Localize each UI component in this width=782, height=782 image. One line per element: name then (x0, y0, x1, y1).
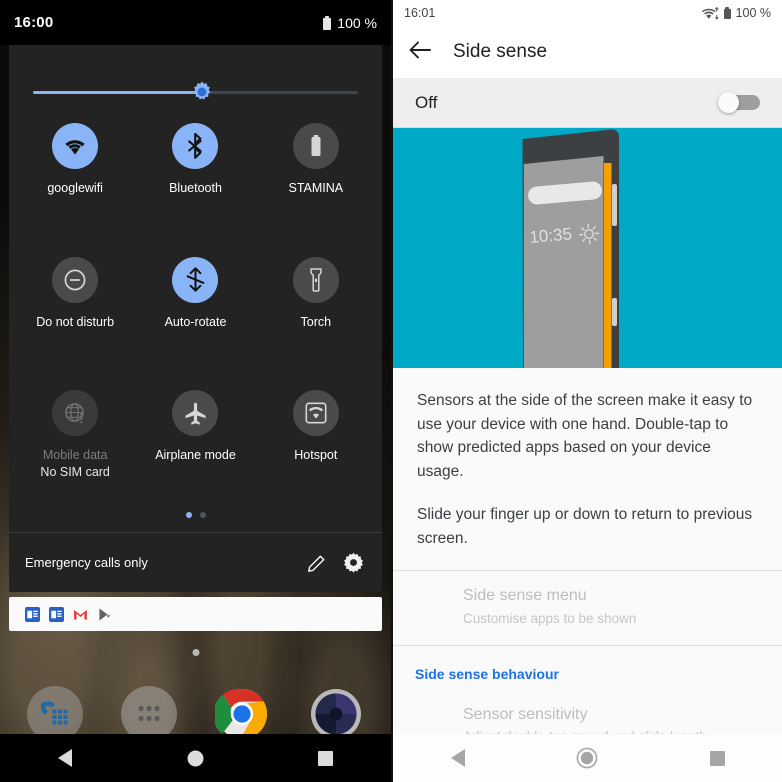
back-triangle-icon[interactable] (423, 734, 493, 782)
description-block: Sensors at the side of the screen make i… (393, 368, 782, 570)
home-page-dot (192, 649, 199, 656)
tile-stamina[interactable]: STAMINA (256, 111, 376, 245)
news-icon[interactable] (25, 606, 40, 622)
mobile-data-off-icon (52, 390, 99, 437)
gmail-icon[interactable] (73, 606, 88, 622)
bluetooth-icon (172, 123, 219, 169)
tile-label: Hotspot (294, 448, 338, 463)
back-arrow-icon[interactable] (409, 41, 431, 64)
tile-label: Auto-rotate (164, 314, 227, 329)
brightness-sun-icon[interactable] (191, 81, 213, 103)
side-sense-illustration: 10:35 (393, 128, 782, 368)
page-dot-1[interactable] (185, 512, 192, 518)
wifi-data-icon (701, 6, 719, 20)
tile-label: Mobile data (42, 448, 108, 463)
battery-icon (292, 123, 339, 169)
status-icons: 100 % (323, 15, 377, 31)
page-dot-2[interactable] (199, 512, 206, 518)
left-status-bar: 16:00 100 % (0, 0, 391, 45)
status-clock: 16:01 (404, 6, 436, 20)
tile-auto-rotate[interactable]: Auto-rotate (135, 245, 255, 379)
master-toggle-label: Off (415, 92, 438, 112)
right-status-bar: 16:01 100 % (393, 0, 782, 26)
item-title: Sensor sensitivity (463, 705, 588, 723)
tile-label: STAMINA (288, 181, 344, 195)
play-store-icon[interactable] (97, 607, 112, 622)
tile-torch[interactable]: Torch (256, 245, 376, 379)
left-nav-bar (0, 734, 391, 782)
tile-airplane-mode[interactable]: Airplane mode (135, 378, 255, 512)
tile-label: Airplane mode (155, 448, 236, 463)
quick-settings-page-dots[interactable] (9, 512, 382, 532)
app-bar: Side sense (393, 26, 782, 78)
quick-settings-panel: googlewifi Bluetooth STAMINA Do not dist… (9, 45, 382, 592)
dual-screenshot: 16:00 100 % googlewifi Bluetooth STAMINA… (0, 0, 782, 782)
item-subtitle: Customise apps to be shown (463, 610, 637, 626)
switch-thumb (718, 91, 739, 113)
auto-rotate-icon (172, 256, 219, 303)
do-not-disturb-icon (52, 256, 99, 303)
status-clock: 16:00 (14, 14, 54, 31)
wifi-icon (52, 123, 99, 169)
tile-label: Bluetooth (169, 181, 222, 195)
description-paragraph-2: Slide your finger up or down to return t… (417, 506, 753, 547)
page-title: Side sense (453, 41, 548, 62)
recents-square-icon[interactable] (291, 734, 361, 782)
quick-settings-footer: Emergency calls only (9, 532, 382, 592)
tile-label: Torch (300, 314, 332, 329)
side-sense-master-switch[interactable] (716, 91, 760, 114)
tile-label: googlewifi (47, 181, 103, 195)
illustration-clock: 10:35 (529, 224, 573, 247)
battery-percent-label: 100 % (735, 6, 771, 20)
home-circle-icon[interactable] (160, 734, 230, 782)
back-triangle-icon[interactable] (30, 734, 100, 782)
left-phone-screen: 16:00 100 % googlewifi Bluetooth STAMINA… (0, 0, 391, 782)
tile-label: Do not disturb (36, 314, 115, 329)
torch-icon (292, 256, 339, 303)
tile-googlewifi[interactable]: googlewifi (15, 111, 135, 245)
airplane-icon (172, 390, 219, 437)
tile-mobile-data[interactable]: Mobile data No SIM card (15, 378, 135, 512)
quick-settings-tiles: googlewifi Bluetooth STAMINA Do not dist… (9, 103, 382, 512)
brightness-slider[interactable] (33, 81, 358, 103)
battery-percent-label: 100 % (337, 14, 377, 31)
tile-sublabel: No SIM card (40, 464, 110, 479)
tile-hotspot[interactable]: Hotspot (256, 378, 376, 512)
master-toggle-row[interactable]: Off (393, 78, 782, 128)
battery-full-icon (323, 15, 332, 30)
news-icon[interactable] (49, 606, 64, 622)
hotspot-icon (292, 390, 339, 437)
section-header-side-sense-behaviour: Side sense behaviour (415, 665, 559, 682)
pencil-icon[interactable] (304, 550, 330, 576)
tile-do-not-disturb[interactable]: Do not disturb (15, 245, 135, 379)
right-nav-bar (393, 734, 782, 782)
side-sense-menu-item[interactable]: Side sense menu Customise apps to be sho… (393, 571, 782, 644)
notification-strip[interactable] (9, 597, 382, 631)
recents-square-icon[interactable] (682, 734, 752, 782)
brightness-row (9, 45, 382, 103)
carrier-status-label: Emergency calls only (25, 555, 148, 570)
gear-icon[interactable] (340, 550, 366, 576)
status-icons: 100 % (701, 6, 771, 20)
description-paragraph-1: Sensors at the side of the screen make i… (417, 392, 753, 480)
home-circle-icon[interactable] (552, 734, 622, 782)
tile-bluetooth[interactable]: Bluetooth (135, 111, 255, 245)
brightness-track-empty (202, 91, 358, 94)
settings-body: Sensors at the side of the screen make i… (393, 368, 782, 782)
brightness-track-filled (33, 91, 202, 94)
right-phone-screen: 16:01 100 % Side sense Off 10:35 Sensors… (391, 0, 782, 782)
battery-full-icon (723, 7, 731, 19)
item-title: Side sense menu (463, 587, 587, 605)
